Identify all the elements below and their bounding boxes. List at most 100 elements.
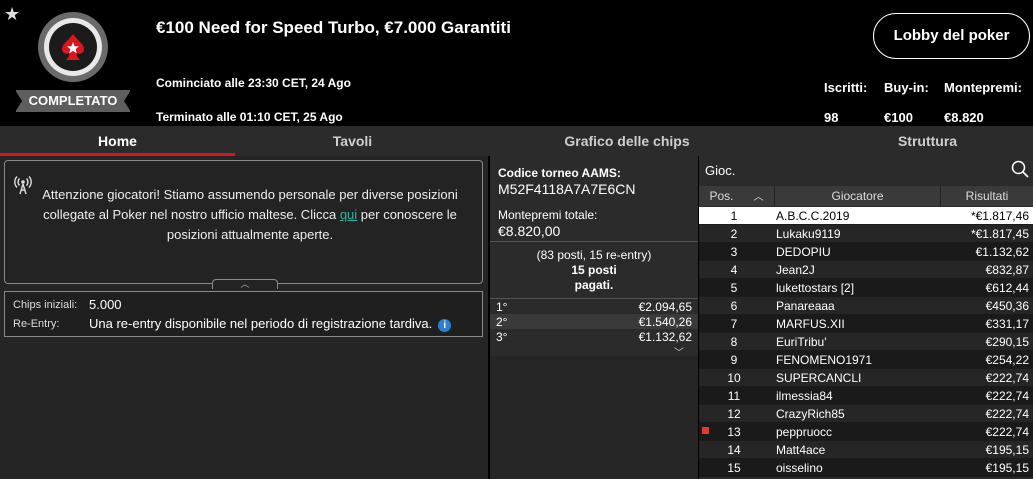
players-panel: Pos. ︿ Giocatore Risultati 1 A.B.C.C.2019 *… bbox=[699, 156, 1033, 479]
player-name: peppruocc bbox=[776, 425, 833, 439]
player-result: €1.132,62 bbox=[975, 245, 1029, 259]
table-row[interactable]: 14 Matt4ace €195,15 bbox=[699, 441, 1033, 459]
entries-summary: (83 posti, 15 re-entry) bbox=[536, 248, 652, 262]
table-row[interactable]: 8 EuriTribu' €290,15 bbox=[699, 333, 1033, 351]
announcement-link[interactable]: qui bbox=[340, 207, 357, 222]
tournament-info: Chips iniziali: 5.000 Re-Entry: Una re-e… bbox=[4, 291, 483, 337]
pokerstars-logo bbox=[38, 12, 108, 82]
table-row[interactable]: 10 SUPERCANCLI €222,74 bbox=[699, 369, 1033, 387]
player-result: €195,15 bbox=[985, 443, 1029, 457]
player-name: A.B.C.C.2019 bbox=[776, 209, 850, 223]
player-result: €612,44 bbox=[985, 281, 1029, 295]
spade-icon bbox=[62, 34, 84, 60]
reentry-info: Una re-entry disponibile nel periodo di … bbox=[89, 316, 452, 332]
player-result: €222,74 bbox=[985, 389, 1029, 403]
tournament-code-box: Codice torneo AAMS: M52F4118A7A7E6CN Mon… bbox=[490, 156, 698, 242]
chevron-up-icon: ︿ bbox=[240, 279, 250, 289]
player-position: 2 bbox=[730, 227, 738, 241]
player-result: €254,22 bbox=[985, 353, 1029, 367]
player-result: €832,87 bbox=[985, 263, 1029, 277]
player-name: ilmessia84 bbox=[776, 389, 833, 403]
player-result: €331,17 bbox=[985, 317, 1029, 331]
player-name: FENOMENO1971 bbox=[776, 353, 873, 367]
player-position: 6 bbox=[730, 299, 738, 313]
tab-tables[interactable]: Tavoli bbox=[235, 126, 470, 156]
table-row[interactable]: 3 DEDOPIU €1.132,62 bbox=[699, 243, 1033, 261]
player-name: EuriTribu' bbox=[776, 335, 827, 349]
reentry-value: Una re-entry disponibile nel periodo di … bbox=[89, 316, 433, 331]
player-position: 5 bbox=[730, 281, 738, 295]
player-position: 15 bbox=[727, 461, 741, 475]
player-search bbox=[699, 156, 1033, 184]
table-row[interactable]: 11 ilmessia84 €222,74 bbox=[699, 387, 1033, 405]
player-result: *€1.817,45 bbox=[970, 227, 1029, 241]
payout-row: 2° €1.540,26 bbox=[490, 314, 698, 329]
column-player[interactable]: Giocatore bbox=[775, 186, 941, 206]
places-paid-count: 15 posti bbox=[571, 263, 617, 277]
end-time: Terminato alle 01:10 CET, 25 Ago bbox=[156, 110, 343, 124]
player-name: oisselino bbox=[776, 461, 823, 475]
column-results[interactable]: Risultati bbox=[941, 186, 1033, 206]
player-name: SUPERCANCLI bbox=[776, 371, 862, 385]
payout-place: 1° bbox=[496, 300, 508, 314]
table-row[interactable]: 7 MARFUS.XII €331,17 bbox=[699, 315, 1033, 333]
buyin-value: €100 bbox=[884, 110, 913, 125]
table-row[interactable]: 9 FENOMENO1971 €254,22 bbox=[699, 351, 1033, 369]
reentry-label: Re-Entry: bbox=[13, 318, 60, 330]
poker-lobby-button[interactable]: Lobby del poker bbox=[873, 13, 1030, 59]
tournament-title: €100 Need for Speed Turbo, €7.000 Garant… bbox=[156, 18, 511, 37]
table-row[interactable]: 1 A.B.C.C.2019 *€1.817,46 bbox=[699, 207, 1033, 225]
table-row[interactable]: 6 Panareaaa €450,36 bbox=[699, 297, 1033, 315]
player-result: €195,15 bbox=[985, 461, 1029, 475]
tournament-header: ★ COMPLETATO €100 Need for Speed Turbo, … bbox=[0, 0, 1033, 126]
player-result: €222,74 bbox=[985, 425, 1029, 439]
player-search-input[interactable] bbox=[705, 160, 1001, 180]
table-row[interactable]: 5 lukettostars [2] €612,44 bbox=[699, 279, 1033, 297]
aams-code-label: Codice torneo AAMS: bbox=[498, 166, 621, 180]
tab-chip-graph[interactable]: Grafico delle chips bbox=[512, 126, 742, 156]
prizepool-label: Montepremi: bbox=[944, 80, 1022, 95]
player-position: 4 bbox=[730, 263, 738, 277]
table-row[interactable]: 15 oisselino €195,15 bbox=[699, 459, 1033, 477]
search-icon[interactable] bbox=[1011, 160, 1029, 178]
player-position: 12 bbox=[727, 407, 741, 421]
tab-bar: Home Tavoli Grafico delle chips Struttur… bbox=[0, 126, 1033, 156]
places-paid-suffix: pagati. bbox=[574, 278, 614, 292]
payout-amount: €1.540,26 bbox=[638, 315, 692, 329]
player-name: Jean2J bbox=[776, 263, 815, 277]
player-position: 9 bbox=[730, 353, 738, 367]
aams-code-value: M52F4118A7A7E6CN bbox=[498, 181, 636, 197]
start-time: Cominciato alle 23:30 CET, 24 Ago bbox=[156, 76, 351, 90]
broadcast-icon bbox=[14, 176, 32, 195]
prizepool-value: €8.820 bbox=[944, 110, 984, 125]
prize-panel: Codice torneo AAMS: M52F4118A7A7E6CN Mon… bbox=[490, 156, 698, 479]
payout-amount: €2.094,65 bbox=[638, 300, 692, 314]
table-row[interactable]: 2 Lukaku9119 *€1.817,45 bbox=[699, 225, 1033, 243]
player-name: Panareaaa bbox=[776, 299, 835, 313]
payout-place: 3° bbox=[496, 330, 508, 344]
column-position-label: Pos. bbox=[709, 189, 734, 203]
tournament-logo: COMPLETATO bbox=[15, 10, 131, 114]
player-position: 8 bbox=[730, 335, 738, 349]
tab-structure[interactable]: Struttura bbox=[815, 126, 1033, 156]
player-position: 7 bbox=[730, 317, 738, 331]
buyin-label: Buy-in: bbox=[884, 80, 929, 95]
info-icon[interactable]: i bbox=[438, 319, 452, 332]
column-position[interactable]: Pos. ︿ bbox=[699, 186, 775, 206]
table-row[interactable]: 12 CrazyRich85 €222,74 bbox=[699, 405, 1033, 423]
starting-chips-label: Chips iniziali: bbox=[13, 299, 78, 311]
table-row[interactable]: 4 Jean2J €832,87 bbox=[699, 261, 1033, 279]
home-panel: Attenzione giocatori! Stiamo assumendo p… bbox=[0, 156, 488, 479]
total-prize-label: Montepremi totale: bbox=[498, 208, 598, 222]
players-table-header: Pos. ︿ Giocatore Risultati bbox=[699, 186, 1033, 206]
tab-home[interactable]: Home bbox=[0, 126, 235, 156]
player-position: 13 bbox=[727, 425, 741, 439]
payout-amount: €1.132,62 bbox=[638, 330, 692, 344]
table-row[interactable]: 13 peppruocc €222,74 bbox=[699, 423, 1033, 441]
player-position: 10 bbox=[727, 371, 741, 385]
player-result: €450,36 bbox=[985, 299, 1029, 313]
player-name: lukettostars [2] bbox=[776, 281, 855, 295]
payout-row: 1° €2.094,65 bbox=[490, 299, 698, 314]
collapse-handle[interactable]: ︿ bbox=[212, 279, 278, 289]
player-result: €222,74 bbox=[985, 371, 1029, 385]
